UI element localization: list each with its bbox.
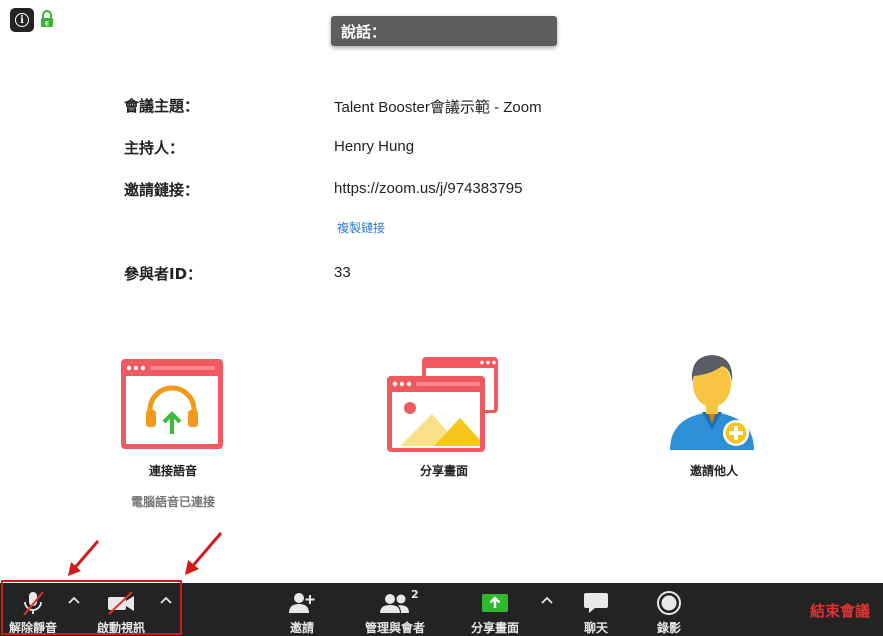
- copy-link-button[interactable]: 複製鏈接: [337, 219, 385, 236]
- share-screen-tile-label[interactable]: 分享畫面: [364, 462, 524, 479]
- participant-count-badge: 2: [411, 588, 419, 601]
- svg-text:E: E: [45, 21, 49, 28]
- meeting-info-icon[interactable]: i: [10, 8, 34, 32]
- speaking-indicator: 說話：: [331, 16, 557, 46]
- invite-label: 邀請: [289, 621, 314, 635]
- audio-connected-status: 電腦語音已連接: [130, 495, 215, 509]
- share-screen-tile-icon[interactable]: [386, 356, 500, 453]
- host-value: Henry Hung: [334, 138, 415, 155]
- participants-icon: [380, 594, 409, 613]
- topic-value: Talent Booster會議示範 - Zoom: [334, 99, 542, 116]
- invite-link-label: 邀請鏈接：: [124, 181, 200, 199]
- participant-id-value: 33: [334, 264, 351, 281]
- annotation-arrow-right: [185, 532, 223, 575]
- record-icon: [657, 591, 681, 615]
- annotation-highlight-box: [1, 580, 182, 635]
- chat-label: 聊天: [583, 621, 608, 635]
- share-screen-button[interactable]: 分享畫面: [462, 583, 528, 636]
- end-meeting-button[interactable]: 結束會議: [810, 600, 870, 621]
- meeting-window: i E 說話： 會議主題： Talent Booster會議示範 - Zoom …: [0, 0, 883, 636]
- chat-bubble-icon: [584, 593, 608, 613]
- manage-participants-button[interactable]: 管理與會者: [355, 583, 435, 636]
- record-button[interactable]: 錄影: [648, 583, 690, 636]
- record-label: 錄影: [656, 621, 681, 635]
- manage-participants-label: 管理與會者: [364, 621, 425, 635]
- topic-label: 會議主題：: [124, 97, 200, 115]
- join-audio-icon[interactable]: [120, 358, 224, 450]
- chat-button[interactable]: 聊天: [575, 583, 617, 636]
- annotation-arrow-left: [68, 540, 100, 576]
- invite-others-label[interactable]: 邀請他人: [634, 462, 794, 479]
- encryption-lock-icon[interactable]: E: [40, 10, 54, 28]
- join-audio-label[interactable]: 連接語音: [93, 462, 253, 479]
- share-options-caret-icon[interactable]: [540, 593, 554, 607]
- participant-id-label: 參與者ID：: [124, 265, 203, 283]
- invite-button[interactable]: 邀請: [280, 583, 324, 636]
- host-label: 主持人：: [124, 139, 185, 157]
- share-screen-icon: [482, 594, 508, 612]
- invite-link-value: https://zoom.us/j/974383795: [334, 180, 523, 197]
- invite-others-icon[interactable]: [664, 350, 764, 456]
- share-screen-label: 分享畫面: [470, 621, 519, 635]
- add-user-icon: [289, 593, 315, 613]
